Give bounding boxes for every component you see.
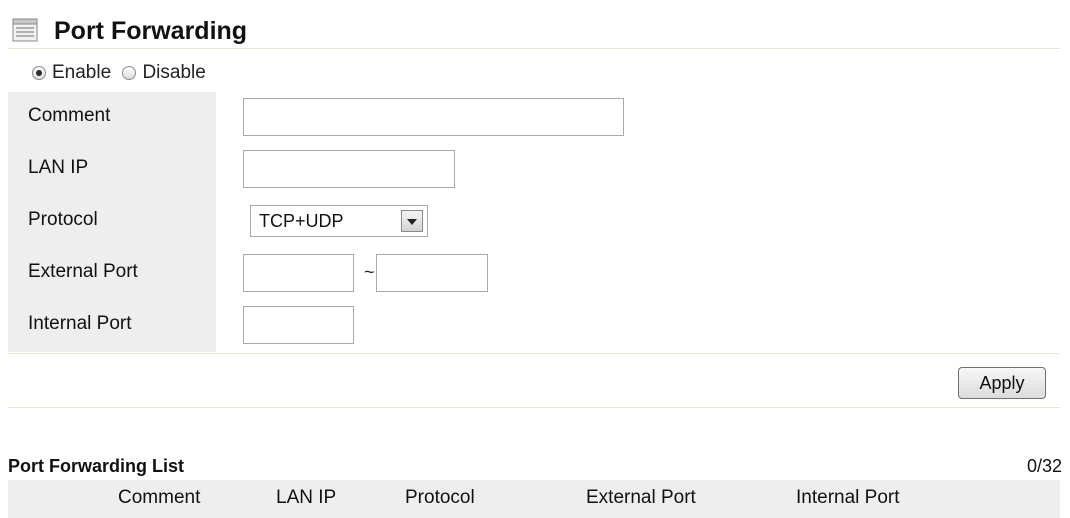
enable-label: Enable xyxy=(52,62,112,83)
disable-label: Disable xyxy=(142,62,206,83)
external-port-label-cell: External Port xyxy=(8,248,216,300)
column-header-external-port: External Port xyxy=(586,487,696,508)
protocol-select[interactable]: TCP+UDP xyxy=(250,205,428,237)
chevron-down-icon[interactable] xyxy=(401,210,423,232)
protocol-label: Protocol xyxy=(28,209,98,230)
internal-port-label: Internal Port xyxy=(28,313,132,334)
port-range-separator: ~ xyxy=(364,262,375,282)
column-header-comment: Comment xyxy=(118,487,201,508)
lan-ip-row: LAN IP xyxy=(8,144,1060,198)
internal-port-value-cell xyxy=(216,300,1060,352)
external-port-label: External Port xyxy=(28,261,138,282)
list-title: Port Forwarding List xyxy=(8,456,185,476)
column-header-internal-port: Internal Port xyxy=(796,487,900,508)
apply-button[interactable]: Apply xyxy=(958,367,1046,399)
protocol-label-cell: Protocol xyxy=(8,196,216,248)
internal-port-row: Internal Port xyxy=(8,300,1060,354)
disable-radio[interactable] xyxy=(122,66,137,80)
comment-value-cell xyxy=(216,92,1060,144)
external-port-end-input[interactable] xyxy=(376,254,488,292)
page-title: Port Forwarding xyxy=(54,17,248,45)
comment-label: Comment xyxy=(28,105,111,126)
comment-input[interactable] xyxy=(243,98,624,136)
lan-ip-label-cell: LAN IP xyxy=(8,144,216,196)
actions-divider xyxy=(8,407,1060,408)
internal-port-label-cell: Internal Port xyxy=(8,300,216,352)
list-header-row: Comment LAN IP Protocol External Port In… xyxy=(8,480,1060,518)
form-divider xyxy=(8,353,1060,354)
external-port-value-cell: ~ xyxy=(216,248,1060,300)
column-header-protocol: Protocol xyxy=(405,487,475,508)
lan-ip-value-cell xyxy=(216,144,1060,196)
external-port-start-input[interactable] xyxy=(243,254,354,292)
comment-row: Comment xyxy=(8,92,1060,146)
enable-radio[interactable] xyxy=(32,66,46,80)
protocol-row: Protocol TCP+UDP xyxy=(8,196,1060,250)
column-header-lan-ip: LAN IP xyxy=(276,487,337,508)
internal-port-input[interactable] xyxy=(243,306,354,344)
lan-ip-label: LAN IP xyxy=(28,157,89,178)
comment-label-cell: Comment xyxy=(8,92,216,144)
page-header: Port Forwarding xyxy=(8,12,1060,49)
status-radio-group: Enable Disable xyxy=(32,62,212,90)
list-count: 0/32 xyxy=(1026,456,1062,476)
disable-option[interactable]: Disable xyxy=(122,62,206,84)
protocol-selected-value: TCP+UDP xyxy=(259,211,344,231)
lan-ip-input[interactable] xyxy=(243,150,455,188)
protocol-value-cell: TCP+UDP xyxy=(216,196,1060,248)
enable-option[interactable]: Enable xyxy=(32,62,111,84)
page-icon xyxy=(12,18,38,42)
external-port-row: External Port ~ xyxy=(8,248,1060,302)
